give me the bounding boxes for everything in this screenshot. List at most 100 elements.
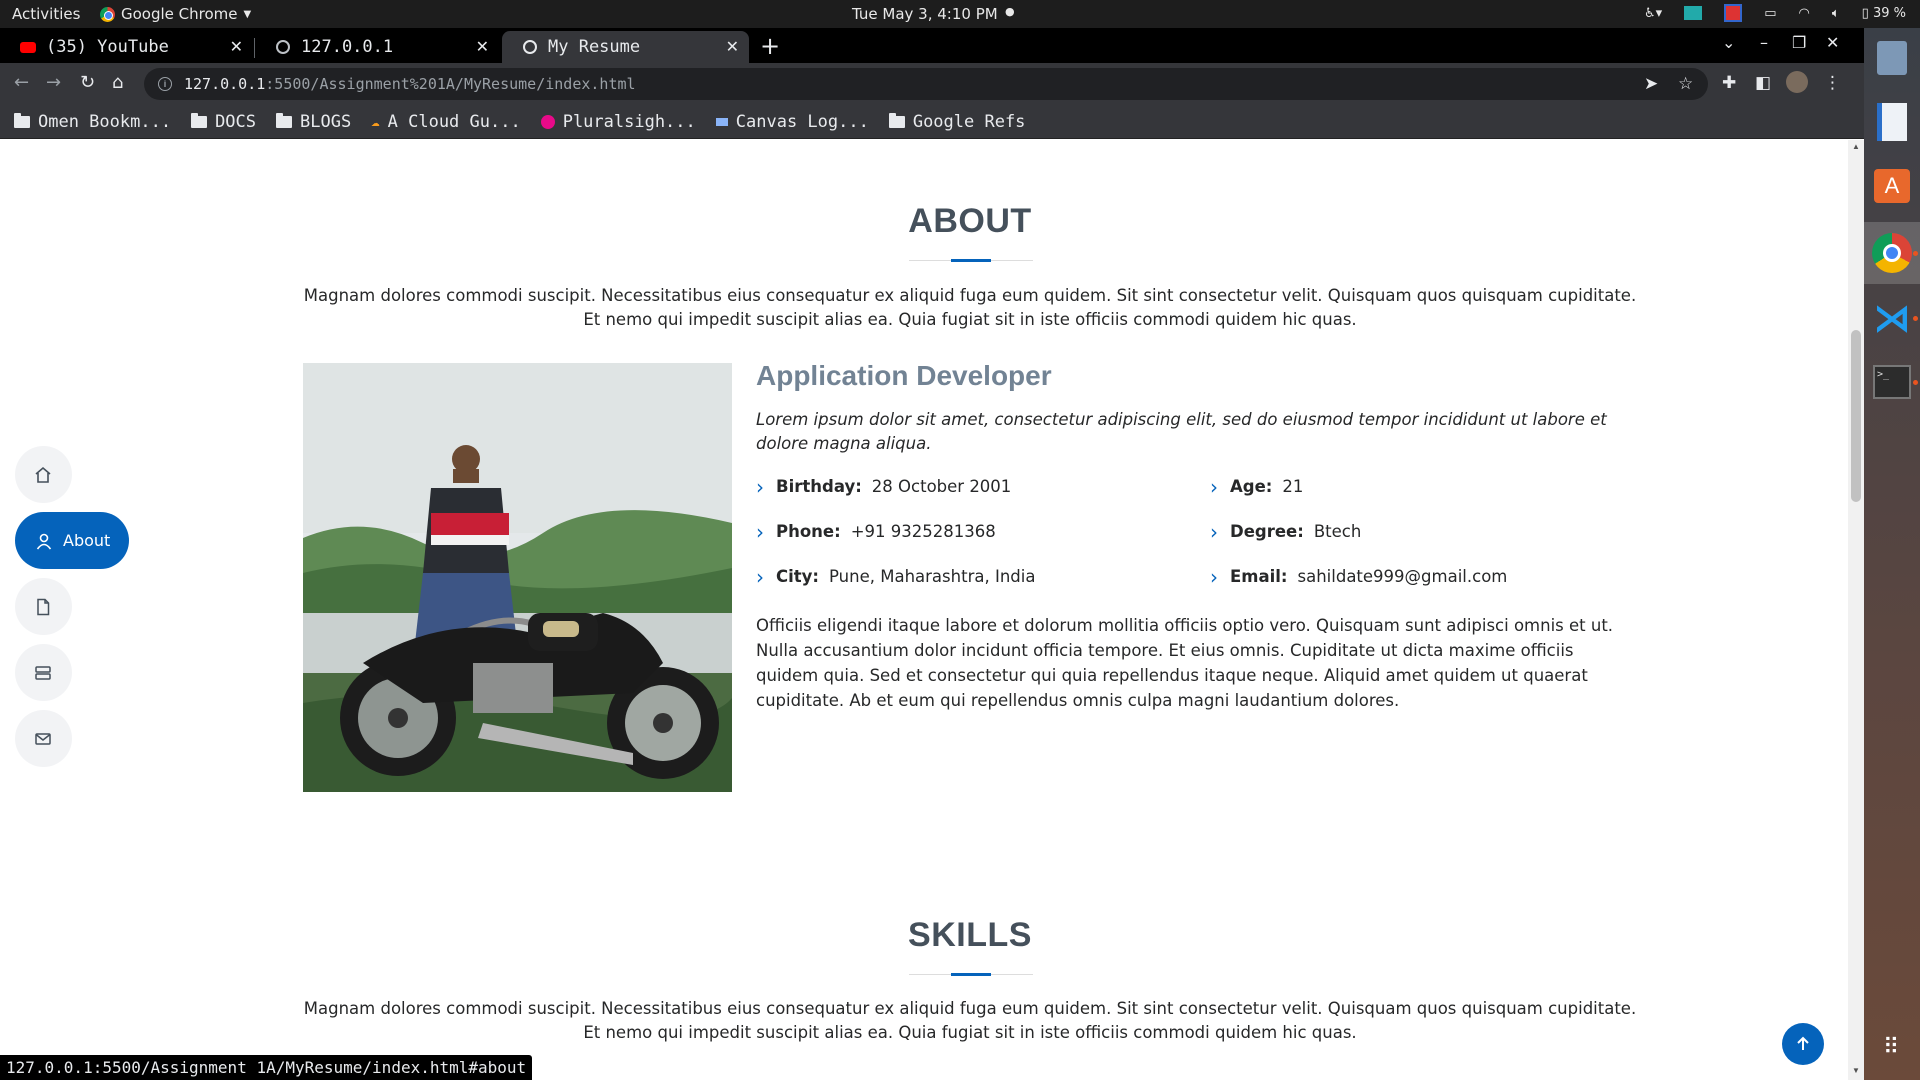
send-icon[interactable]: ➤ — [1644, 74, 1658, 94]
nav-about[interactable]: About — [15, 512, 129, 569]
about-intro: Lorem ipsum dolor sit amet, consectetur … — [756, 410, 1607, 453]
show-apps-icon[interactable]: ⠿ — [1870, 1026, 1914, 1070]
fact-label: Email: — [1230, 567, 1288, 586]
acloudguru-icon: ☁ — [371, 113, 380, 130]
bookmark-label: Canvas Log... — [735, 111, 869, 132]
bookmark-label: DOCS — [215, 111, 257, 132]
page-viewport[interactable]: ABOUT Magnam dolores commodi suscipit. N… — [0, 140, 1848, 1080]
fact-value: Btech — [1313, 522, 1362, 541]
link-status-bar: 127.0.0.1:5500/Assignment 1A/MyResume/in… — [0, 1055, 533, 1080]
about-description: Magnam dolores commodi suscipit. Necessi… — [303, 286, 1637, 329]
back-icon[interactable]: ← — [14, 72, 29, 93]
battery-label: 39 % — [1872, 5, 1906, 21]
profile-photo-image — [303, 363, 732, 792]
bookmark-canvas[interactable]: Canvas Log... — [715, 111, 869, 132]
tab-youtube[interactable]: (35) YouTube ✕ — [0, 31, 253, 63]
minimize-icon[interactable]: – — [1760, 33, 1768, 52]
info-icon[interactable]: i — [158, 77, 172, 91]
tab-label: My Resume — [548, 37, 641, 57]
about-title: ABOUT — [908, 202, 1032, 240]
chevron-right-icon: › — [1210, 564, 1218, 589]
terminal-icon[interactable]: >_ — [1870, 360, 1914, 404]
fact-label: Birthday: — [776, 477, 862, 496]
extensions-icon[interactable]: ✚ — [1722, 73, 1736, 93]
tab-my-resume[interactable]: My Resume ✕ — [502, 31, 749, 63]
accessibility-icon[interactable]: ♿▾ — [1644, 6, 1662, 21]
wifi-icon[interactable]: ◠ — [1799, 6, 1810, 21]
scrollbar-thumb[interactable] — [1851, 330, 1861, 502]
reload-icon[interactable]: ↻ — [80, 72, 95, 93]
address-bar[interactable]: i 127.0.0.1:5500/Assignment%201A/MyResum… — [144, 68, 1708, 100]
bookmark-google-refs[interactable]: Google Refs — [888, 112, 1025, 132]
bookmark-pluralsight[interactable]: Pluralsigh... — [540, 112, 696, 132]
close-icon[interactable]: ✕ — [476, 37, 489, 56]
fact-phone: › Phone: +91 9325281368 — [756, 519, 1210, 544]
scroll-up-icon[interactable]: ▲ — [1852, 142, 1860, 151]
close-icon[interactable]: ✕ — [726, 37, 739, 56]
chevron-right-icon: › — [1210, 519, 1218, 544]
system-tray[interactable]: ♿▾ ▭ ◠ 🔈︎ ▯ 39 % — [1644, 4, 1906, 22]
nav-about-label: About — [63, 531, 111, 550]
fact-city: › City: Pune, Maharashtra, India — [756, 564, 1210, 589]
text-editor-icon[interactable] — [1870, 100, 1914, 144]
fact-value: 28 October 2001 — [871, 477, 1012, 496]
volume-icon[interactable]: 🔈︎ — [1832, 6, 1840, 21]
bookmark-star-icon[interactable]: ☆ — [1678, 74, 1693, 94]
menu-kebab-icon[interactable]: ⋮ — [1824, 73, 1841, 93]
bookmark-omen[interactable]: Omen Bookm... — [14, 112, 171, 132]
home-icon[interactable]: ⌂ — [112, 72, 123, 93]
app-indicator-icon[interactable] — [1724, 4, 1743, 22]
window-close-icon[interactable]: ✕ — [1826, 33, 1839, 52]
bookmark-docs[interactable]: DOCS — [191, 112, 256, 132]
battery-indicator[interactable]: ▯ 39 % — [1862, 6, 1906, 21]
fact-value: +91 9325281368 — [850, 522, 996, 541]
fact-degree: › Degree: Btech — [1210, 519, 1636, 544]
forward-icon[interactable]: → — [46, 72, 61, 93]
screenshot-app-icon[interactable] — [1684, 6, 1703, 20]
files-app-icon[interactable] — [1870, 36, 1914, 80]
fact-label: Age: — [1230, 477, 1273, 496]
nav-services[interactable] — [15, 644, 72, 701]
title-underline — [909, 973, 1033, 976]
running-indicator-icon — [1913, 380, 1918, 385]
facts-list: › Birthday: 28 October 2001 › Age: 21 › Phone… — [756, 474, 1636, 589]
bookmark-blogs[interactable]: BLOGS — [276, 112, 351, 132]
scroll-down-icon[interactable]: ▼ — [1852, 1066, 1860, 1075]
vscode-icon[interactable]: ⋊ — [1870, 296, 1914, 340]
side-panel-icon[interactable]: ◧ — [1755, 73, 1771, 93]
nav-home[interactable] — [15, 446, 72, 503]
page-scrollbar[interactable]: ▲ ▼ — [1848, 140, 1864, 1080]
fact-label: Phone: — [776, 522, 841, 541]
profile-avatar[interactable] — [1786, 71, 1808, 93]
new-tab-button[interactable]: + — [760, 32, 780, 60]
tab-localhost[interactable]: 127.0.0.1 ✕ — [255, 31, 499, 63]
about-body: Officiis eligendi itaque labore et dolor… — [756, 616, 1614, 710]
back-to-top-button[interactable] — [1782, 1023, 1824, 1065]
tab-label: 127.0.0.1 — [301, 37, 394, 57]
bookmark-label: Omen Bookm... — [38, 111, 172, 132]
software-center-icon[interactable]: A — [1870, 164, 1914, 208]
clock[interactable]: Tue May 3, 4:10 PM — [852, 5, 998, 23]
activities-button[interactable]: Activities — [12, 5, 80, 23]
folder-icon — [888, 112, 905, 128]
bookmark-acloudguru[interactable]: ☁ A Cloud Gu... — [371, 112, 521, 132]
nav-resume[interactable] — [15, 578, 72, 635]
app-menu[interactable]: Google Chrome ▼ — [100, 5, 251, 23]
running-indicator-icon — [1913, 251, 1918, 256]
app-menu-label: Google Chrome — [121, 5, 238, 23]
url-path: :5500/Assignment%201A/MyResume/index.htm… — [265, 75, 636, 93]
fact-value: 21 — [1282, 477, 1304, 496]
screen-icon[interactable]: ▭ — [1764, 6, 1776, 21]
tab-search-icon[interactable]: ⌄ — [1722, 33, 1735, 52]
close-icon[interactable]: ✕ — [230, 37, 243, 56]
chrome-dock-icon[interactable] — [1870, 231, 1914, 275]
bookmark-label: BLOGS — [300, 111, 352, 132]
fact-label: Degree: — [1230, 522, 1304, 541]
fact-age: › Age: 21 — [1210, 474, 1636, 499]
nav-contact[interactable] — [15, 710, 72, 767]
globe-icon — [275, 39, 291, 55]
fact-birthday: › Birthday: 28 October 2001 — [756, 474, 1210, 499]
chevron-right-icon: › — [756, 474, 764, 499]
restore-icon[interactable]: ❐ — [1792, 33, 1806, 52]
battery-icon: ▯ — [1861, 5, 1869, 21]
